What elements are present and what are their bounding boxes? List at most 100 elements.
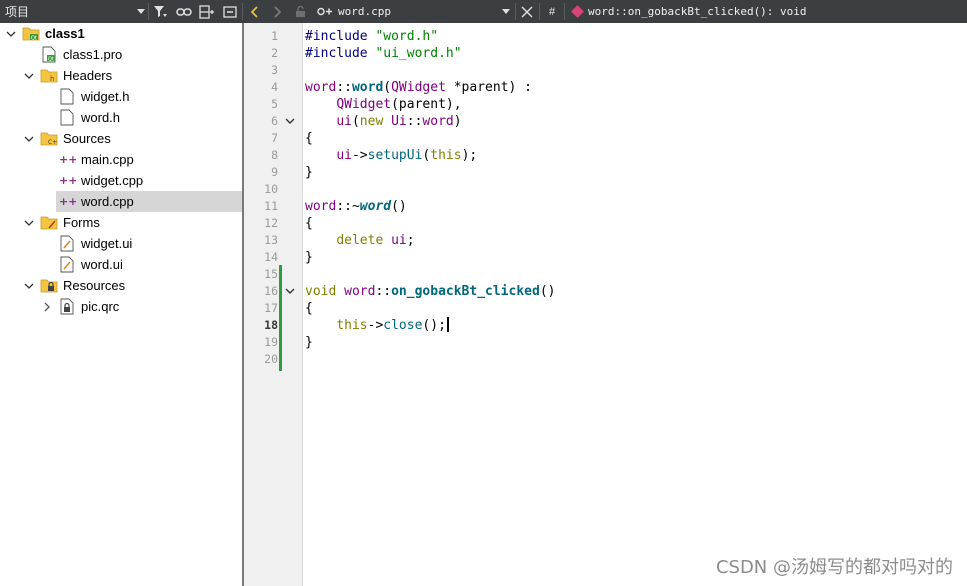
code-token: "ui_word.h" — [375, 46, 462, 61]
ui-file-icon — [60, 256, 74, 273]
line-number: 10 — [264, 182, 278, 196]
code-token: word — [344, 284, 376, 299]
toolbar-divider — [539, 3, 540, 20]
tree-item-widget-h[interactable]: widget.h — [0, 86, 242, 107]
tree-item-word-cpp[interactable]: ++ word.cpp — [0, 191, 242, 212]
tree-item-widget-ui[interactable]: widget.ui — [0, 233, 242, 254]
line-number: 4 — [271, 80, 278, 94]
code-line[interactable]: #include "ui_word.h" — [305, 45, 462, 62]
forward-icon — [274, 5, 282, 18]
line-number: 7 — [271, 131, 278, 145]
function-diamond-icon — [571, 5, 584, 18]
line-number: 6 — [271, 114, 278, 128]
chevron-down-icon — [24, 220, 34, 226]
line-number: 15 — [264, 267, 278, 281]
tree-item-word-ui[interactable]: word.ui — [0, 254, 242, 275]
code-line[interactable]: { — [305, 215, 313, 232]
code-token: delete — [336, 233, 384, 248]
line-number: 14 — [264, 250, 278, 264]
tree-label: class1 — [45, 26, 85, 41]
change-marker — [279, 265, 282, 371]
code-line[interactable]: ui(new Ui::word) — [305, 113, 461, 130]
code-line[interactable]: { — [305, 300, 313, 317]
code-line[interactable]: } — [305, 249, 313, 266]
symbol-combo[interactable]: word::on_gobackBt_clicked(): void — [568, 0, 967, 23]
code-line[interactable]: } — [305, 334, 313, 351]
tree-item-project[interactable]: Qt class1 — [0, 23, 242, 44]
code-token: { — [305, 131, 313, 146]
back-button[interactable] — [244, 0, 266, 23]
file-lock-button[interactable] — [290, 0, 312, 23]
split-button[interactable] — [196, 0, 218, 23]
toolbar-divider — [564, 3, 565, 20]
tree-item-main-cpp[interactable]: ++ main.cpp — [0, 149, 242, 170]
tree-item-headers[interactable]: h Headers — [0, 65, 242, 86]
svg-text:++: ++ — [59, 174, 76, 187]
code-token: () — [539, 284, 556, 299]
close-sidebar-button[interactable] — [219, 0, 241, 23]
forward-button[interactable] — [266, 0, 288, 23]
filter-button[interactable] — [150, 0, 172, 23]
code-token: #include — [305, 46, 376, 61]
project-tree: Qt class1 Qt class1.pro h Headers widget… — [0, 23, 242, 586]
tree-item-widget-cpp[interactable]: ++ widget.cpp — [0, 170, 242, 191]
project-view-label: 项目 — [5, 5, 30, 19]
code-line[interactable]: QWidget(parent), — [305, 96, 461, 113]
code-line[interactable]: { — [305, 130, 313, 147]
tree-item-pro-file[interactable]: Qt class1.pro — [0, 44, 242, 65]
code-editor[interactable]: 1 2 3 4 5 6 7 8 9 10 11 12 13 14 15 16 17 18 19 20 #include… — [244, 23, 967, 586]
tree-label: widget.h — [81, 89, 130, 104]
open-file-combo[interactable]: word.cpp — [314, 0, 514, 23]
fold-toggle-icon[interactable] — [285, 116, 295, 126]
toolbar-divider — [242, 3, 243, 20]
sync-link-button[interactable] — [173, 0, 195, 23]
ui-file-icon — [60, 235, 74, 252]
code-token: } — [305, 335, 313, 350]
tree-label: Sources — [63, 131, 111, 146]
code-token: void — [305, 284, 337, 299]
tree-item-resources[interactable]: Resources — [0, 275, 242, 296]
hash-toggle[interactable]: # — [541, 0, 563, 23]
code-token: { — [305, 216, 313, 231]
code-line[interactable]: ui->setupUi(this); — [305, 147, 477, 164]
line-number: 19 — [264, 335, 278, 349]
line-number: 17 — [264, 301, 278, 315]
code-token: :: — [336, 80, 352, 95]
code-token: word — [359, 199, 392, 214]
code-token: } — [305, 250, 313, 265]
tree-label: Forms — [63, 215, 100, 230]
code-line[interactable]: void word::on_gobackBt_clicked() — [305, 283, 555, 300]
tree-label: widget.cpp — [81, 173, 144, 188]
chevron-down-icon — [137, 9, 145, 14]
code-token: this — [430, 148, 462, 163]
code-token: word — [305, 80, 337, 95]
code-line[interactable]: #include "word.h" — [305, 28, 438, 45]
line-number: 2 — [271, 46, 278, 60]
code-token: setupUi — [367, 148, 423, 163]
close-document-button[interactable] — [516, 0, 538, 23]
tree-label: widget.ui — [81, 236, 133, 251]
tree-item-sources[interactable]: C++ Sources — [0, 128, 242, 149]
line-number-gutter: 1 2 3 4 5 6 7 8 9 10 11 12 13 14 15 16 17 18 19 20 — [244, 23, 302, 586]
link-icon — [176, 7, 192, 16]
tree-item-word-h[interactable]: word.h — [0, 107, 242, 128]
tree-item-pic-qrc[interactable]: pic.qrc — [0, 296, 242, 317]
filter-icon — [154, 5, 167, 17]
code-line[interactable]: this->close(); — [305, 317, 449, 334]
code-line[interactable]: word::word(QWidget *parent) : — [305, 79, 532, 96]
code-line[interactable]: word::~word() — [305, 198, 407, 215]
code-line[interactable]: delete ui; — [305, 232, 414, 249]
line-number: 11 — [264, 199, 278, 213]
code-line[interactable]: } — [305, 164, 313, 181]
code-token: } — [305, 165, 313, 180]
project-view-combo[interactable]: 项目 — [0, 0, 148, 23]
tree-label: main.cpp — [81, 152, 134, 167]
sources-folder-icon: C++ — [40, 132, 58, 146]
code-token: ( — [383, 80, 392, 95]
tree-item-forms[interactable]: Forms — [0, 212, 242, 233]
fold-toggle-icon[interactable] — [285, 286, 295, 296]
code-token: ui — [336, 148, 352, 163]
header-file-icon — [60, 88, 74, 105]
